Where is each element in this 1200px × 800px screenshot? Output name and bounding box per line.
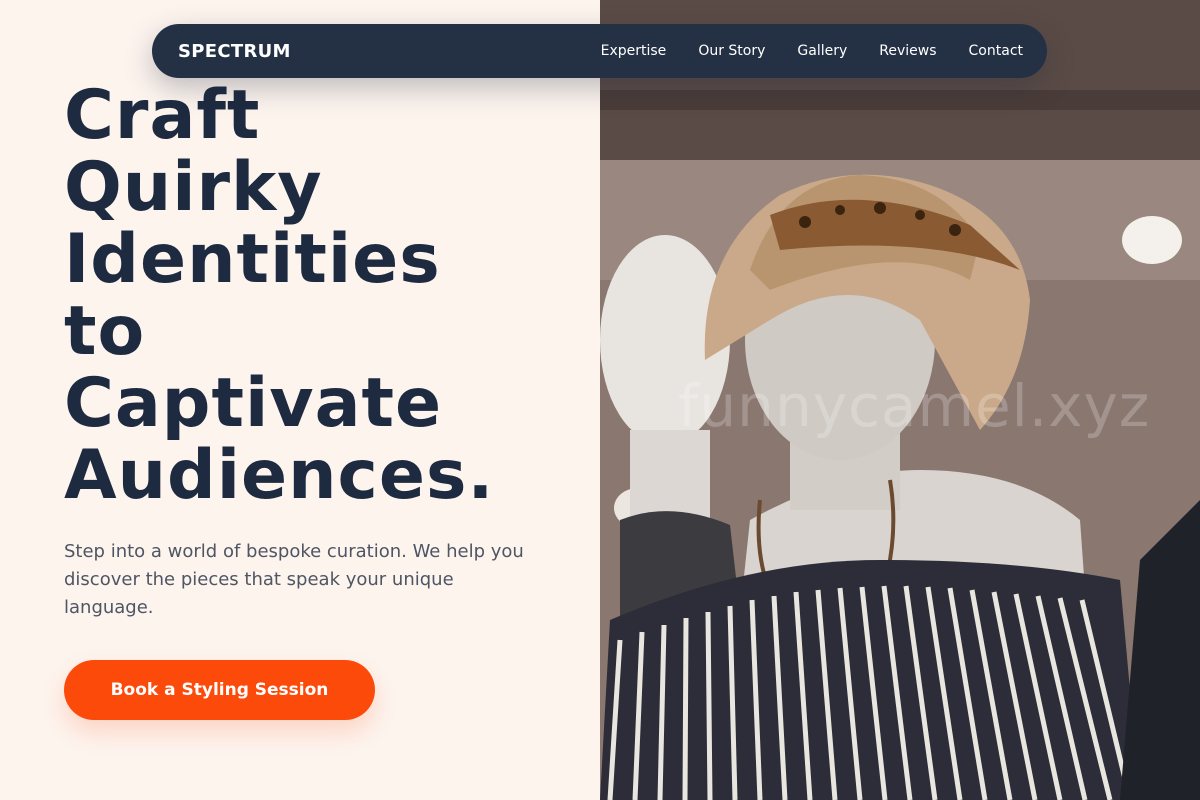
hero-description: Step into a world of bespoke curation. W… xyxy=(64,541,524,618)
nav-link-our-story[interactable]: Our Story xyxy=(698,43,765,59)
headline-line: Captivate xyxy=(64,364,443,443)
nav-link-contact[interactable]: Contact xyxy=(969,43,1023,59)
headline-line: to xyxy=(64,292,146,371)
top-navbar: SPECTRUM Expertise Our Story Gallery Rev… xyxy=(152,24,1047,78)
headline-line: Craft xyxy=(64,76,261,155)
brand-logo[interactable]: SPECTRUM xyxy=(178,41,291,62)
headline-line: Audiences. xyxy=(64,436,495,515)
book-styling-session-button[interactable]: Book a Styling Session xyxy=(64,660,375,720)
headline-line: Identities xyxy=(64,220,441,299)
nav-link-expertise[interactable]: Expertise xyxy=(601,43,667,59)
nav-link-reviews[interactable]: Reviews xyxy=(879,43,936,59)
watermark-text: funnycamel.xyz xyxy=(678,372,1151,440)
nav-link-gallery[interactable]: Gallery xyxy=(797,43,847,59)
nav-links: Expertise Our Story Gallery Reviews Cont… xyxy=(601,43,1023,59)
headline-line: Quirky xyxy=(64,148,323,227)
hero-headline: Craft Quirky Identities to Captivate Aud… xyxy=(64,80,584,512)
